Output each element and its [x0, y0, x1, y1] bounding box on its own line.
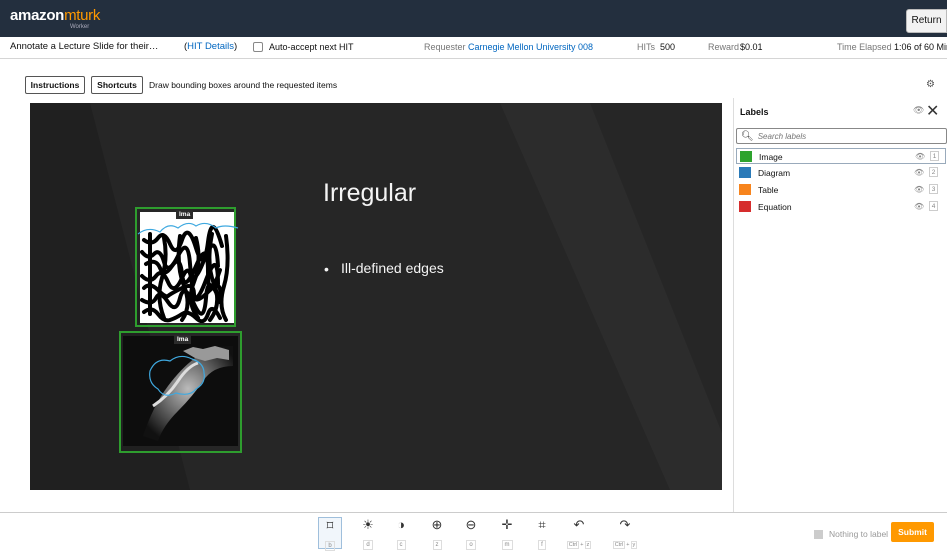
- undo-button[interactable]: ↶ Ctrl + z: [564, 517, 594, 549]
- zoom-out-icon: ⊖: [465, 517, 477, 532]
- requester-link[interactable]: Carnegie Mellon University 008: [468, 42, 593, 52]
- hit-title: Annotate a Lecture Slide for their…: [10, 41, 159, 52]
- eye-icon[interactable]: 👁: [914, 168, 924, 177]
- time-elapsed-label: Time Elapsed: [837, 42, 892, 52]
- move-tool-button[interactable]: ✛ m: [495, 517, 519, 550]
- labels-panel: Labels 👁 ✕ 🔍︎ Image 👁 1 Diagram 👁 2 Tabl…: [733, 98, 947, 513]
- close-icon[interactable]: ✕: [926, 101, 939, 121]
- top-nav-bar: amazonmturk Worker Return: [0, 0, 947, 37]
- labels-panel-title: Labels: [740, 107, 769, 117]
- hit-info-bar: Annotate a Lecture Slide for their… (HIT…: [0, 37, 947, 59]
- shortcut-key: 3: [929, 184, 938, 194]
- redo-button[interactable]: ↷ Ctrl + y: [610, 517, 640, 549]
- shortcut-key: 4: [929, 201, 938, 211]
- label-color-swatch: [739, 201, 751, 212]
- task-prompt: Draw bounding boxes around the requested…: [149, 80, 338, 90]
- settings-icon[interactable]: ⚙: [926, 79, 935, 90]
- contrast-icon: ◑: [397, 517, 405, 532]
- label-search[interactable]: 🔍︎: [736, 128, 947, 144]
- eye-icon[interactable]: 👁: [913, 105, 924, 116]
- nothing-to-label-toggle[interactable]: Nothing to label: [814, 529, 888, 539]
- fit-tool-button[interactable]: ⌗ f: [530, 517, 554, 550]
- requester-label: Requester: [424, 42, 466, 52]
- label-color-swatch: [739, 184, 751, 195]
- brightness-tool-button[interactable]: ☀ d: [356, 517, 380, 550]
- redo-icon: ↷: [619, 517, 631, 532]
- polygon-annotations: [137, 222, 239, 396]
- shortcut-key: 2: [929, 167, 938, 177]
- time-elapsed-value: 1:06 of 60 Min: [894, 42, 947, 52]
- label-color-swatch: [739, 167, 751, 178]
- zoom-out-tool-button[interactable]: ⊖ o: [459, 517, 483, 550]
- reward-value: $0.01: [740, 42, 763, 52]
- eye-icon[interactable]: 👁: [914, 202, 924, 211]
- shortcut-key: 1: [930, 151, 939, 161]
- box-select-icon: ⌑: [326, 518, 334, 533]
- search-icon: 🔍︎: [741, 130, 754, 142]
- undo-icon: ↶: [573, 517, 585, 532]
- label-color-swatch: [740, 151, 752, 162]
- logo-subtitle: Worker: [70, 24, 90, 30]
- zoom-in-tool-button[interactable]: ⊕ z: [425, 517, 449, 550]
- auto-accept-toggle[interactable]: Auto-accept next HIT: [253, 42, 354, 52]
- box-tool-button[interactable]: ⌑ b: [318, 517, 342, 551]
- return-button[interactable]: Return: [906, 9, 947, 33]
- label-item-diagram[interactable]: Diagram 👁 2: [736, 165, 946, 181]
- move-icon: ✛: [501, 517, 513, 532]
- hit-details: (HIT Details): [184, 41, 238, 52]
- auto-accept-checkbox[interactable]: [253, 42, 263, 52]
- label-item-image[interactable]: Image 👁 1: [736, 148, 946, 164]
- label-search-input[interactable]: [757, 131, 938, 141]
- label-item-equation[interactable]: Equation 👁 4: [736, 199, 946, 215]
- annotation-canvas[interactable]: Irregular • Ill-defined edges Ima Ima: [30, 103, 722, 490]
- contrast-tool-button[interactable]: ◑ c: [389, 517, 413, 550]
- submit-button[interactable]: Submit: [891, 522, 934, 542]
- zoom-in-icon: ⊕: [431, 517, 443, 532]
- eye-icon[interactable]: 👁: [914, 185, 924, 194]
- brightness-icon: ☀: [362, 517, 374, 532]
- instructions-button[interactable]: Instructions: [25, 76, 85, 94]
- label-item-table[interactable]: Table 👁 3: [736, 182, 946, 198]
- eye-icon[interactable]: 👁: [915, 152, 925, 161]
- fit-to-screen-icon: ⌗: [538, 517, 546, 532]
- nothing-to-label-checkbox[interactable]: [814, 529, 823, 539]
- hits-label: HITs: [637, 42, 655, 52]
- reward-label: Reward: [708, 42, 740, 52]
- shortcuts-button[interactable]: Shortcuts: [91, 76, 143, 94]
- hit-details-link[interactable]: HIT Details: [187, 41, 234, 52]
- bottom-toolbar: ⌑ b ☀ d ◑ c ⊕ z ⊖ o ✛ m ⌗ f ↶ Ctrl + z ↷ C…: [0, 512, 947, 551]
- mturk-logo[interactable]: amazonmturk: [10, 7, 100, 24]
- hits-value: 500: [660, 42, 676, 52]
